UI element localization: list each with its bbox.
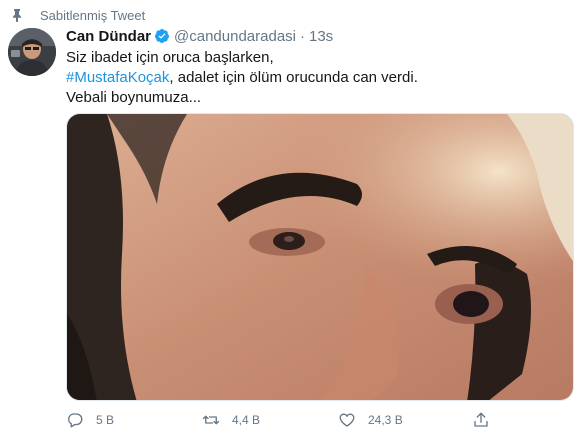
avatar[interactable] [8, 28, 56, 76]
tweet-line-2-text: , adalet için ölüm orucunda can verdi. [169, 69, 418, 86]
like-button[interactable]: 24,3 B [338, 408, 403, 432]
reply-icon [68, 413, 83, 428]
pin-icon [13, 9, 21, 22]
like-count: 24,3 B [368, 413, 403, 427]
share-icon [474, 412, 488, 427]
author-name[interactable]: Can Dündar [66, 28, 151, 45]
separator-dot: · [300, 27, 305, 45]
reply-button[interactable]: 5 B [66, 408, 114, 432]
author-handle[interactable]: @candundaradasi [174, 28, 296, 45]
retweet-button[interactable]: 4,4 B [202, 408, 260, 432]
tweet-actions: 5 B 4,4 B 24,3 B [66, 408, 496, 432]
retweet-icon [202, 415, 220, 425]
tweet-line-1: Siz ibadet için oruca başlarken, [66, 49, 274, 66]
verified-badge-icon [155, 29, 170, 43]
portrait-photo [67, 114, 573, 400]
tweet-line-3: Vebali boynumuza... [66, 89, 202, 106]
heart-icon [339, 413, 355, 427]
pinned-tweet-label: Sabitlenmiş Tweet [40, 7, 146, 23]
tweet-line-2: #MustafaKoçak, adalet için ölüm orucunda… [66, 68, 571, 88]
tweet-text: Siz ibadet için oruca başlarken, #Mustaf… [66, 48, 571, 108]
avatar-photo [8, 28, 56, 76]
tweet-header: Can Dündar @candundaradasi · 13s [66, 26, 333, 46]
pinned-indicator: Sabitlenmiş Tweet [13, 7, 146, 23]
retweet-count: 4,4 B [232, 413, 261, 427]
hashtag-link[interactable]: #MustafaKoçak [66, 69, 169, 86]
tweet-photo[interactable] [66, 113, 574, 401]
share-button[interactable] [472, 408, 490, 432]
reply-count: 5 B [96, 413, 115, 427]
timestamp[interactable]: 13s [309, 28, 333, 45]
